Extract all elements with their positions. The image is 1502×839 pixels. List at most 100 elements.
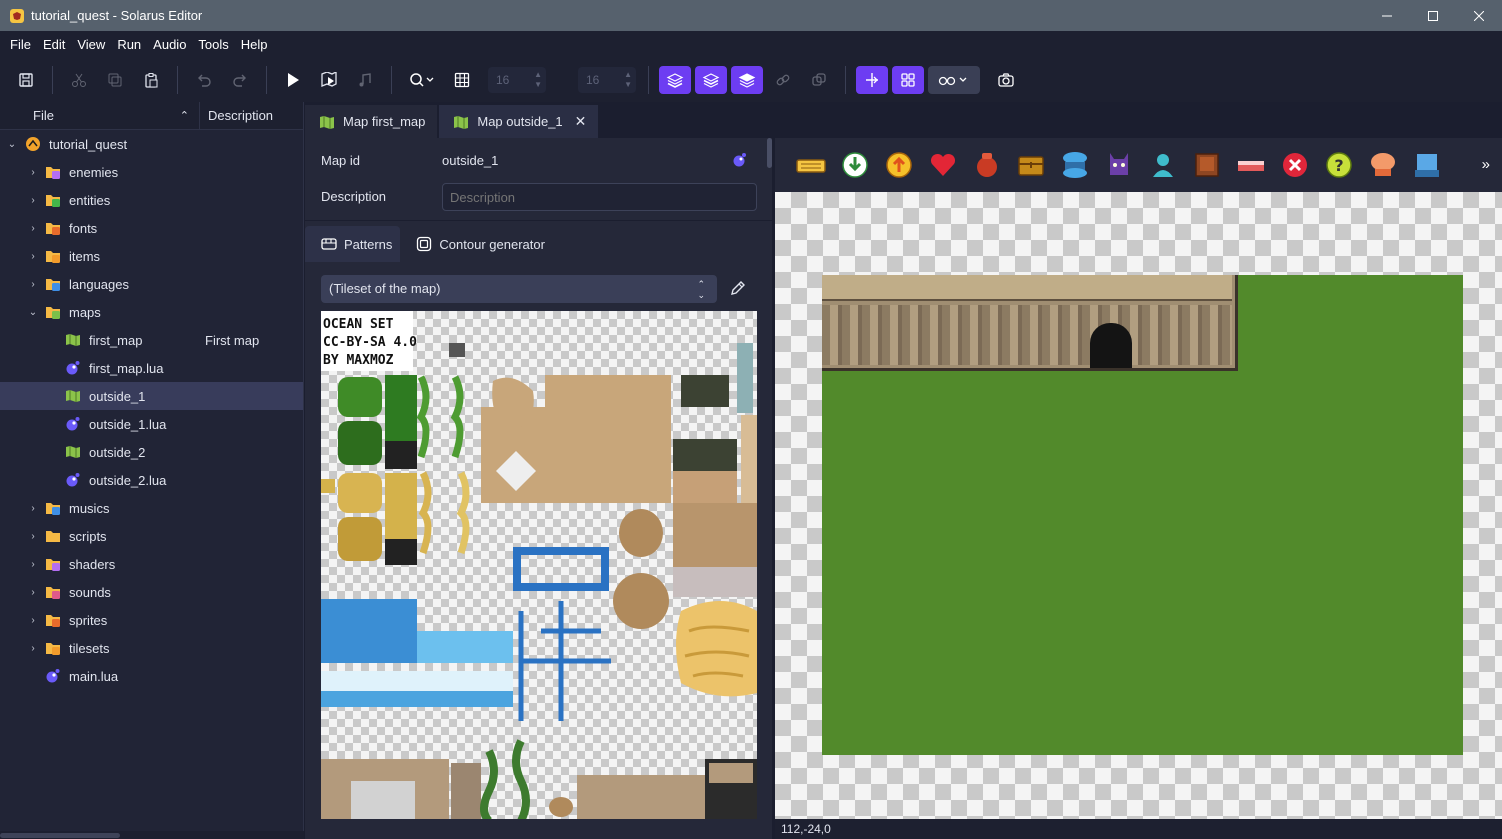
save-button[interactable] xyxy=(10,66,42,94)
chevron-right-icon[interactable]: › xyxy=(28,279,38,290)
tree-item-folder-tilesets[interactable]: › tilesets xyxy=(0,634,303,662)
entities-toggle-button[interactable] xyxy=(892,66,924,94)
chevron-right-icon[interactable]: › xyxy=(28,559,38,570)
tree-item-file-outside-1[interactable]: outside_1 xyxy=(0,382,303,410)
jumper-entity-icon[interactable] xyxy=(1053,138,1097,192)
tileset-view[interactable]: OCEAN SET CC-BY-SA 4.0 BY MAXMOZ xyxy=(321,311,757,819)
menu-edit[interactable]: Edit xyxy=(37,31,71,58)
shop-treasure-entity-icon[interactable] xyxy=(1405,138,1449,192)
tree-item-folder-musics[interactable]: › musics xyxy=(0,494,303,522)
chevron-down-icon[interactable]: ⌄ xyxy=(28,307,38,318)
tree-item-folder-sprites[interactable]: › sprites xyxy=(0,606,303,634)
chevron-right-icon[interactable]: › xyxy=(28,251,38,262)
chevron-right-icon[interactable]: › xyxy=(28,615,38,626)
tree-item-folder-entities[interactable]: › entities xyxy=(0,186,303,214)
heart-entity-icon[interactable] xyxy=(921,138,965,192)
redo-button[interactable] xyxy=(224,66,256,94)
enemy-entity-icon[interactable] xyxy=(1097,138,1141,192)
menu-run[interactable]: Run xyxy=(111,31,147,58)
pickable-entity-icon[interactable] xyxy=(877,138,921,192)
cut-button[interactable] xyxy=(63,66,95,94)
tree-item-folder-shaders[interactable]: › shaders xyxy=(0,550,303,578)
tree-item-file-outside-2-lua[interactable]: outside_2.lua xyxy=(0,466,303,494)
close-tab-icon[interactable]: ✕ xyxy=(575,113,587,130)
copy-button[interactable] xyxy=(99,66,131,94)
layer-middle-button[interactable] xyxy=(695,66,727,94)
tab-map-first-map[interactable]: Map first_map xyxy=(305,105,438,138)
grid-height-spinbox[interactable]: 16 ▲ ▼ xyxy=(578,67,636,93)
unlink-button[interactable] xyxy=(803,66,835,94)
tileset-select[interactable]: (Tileset of the map) ⌃ ⌄ xyxy=(321,275,717,303)
description-input[interactable] xyxy=(442,183,757,211)
menu-audio[interactable]: Audio xyxy=(147,31,192,58)
more-entities-icon[interactable]: » xyxy=(1482,156,1490,173)
paste-button[interactable] xyxy=(135,66,167,94)
tree-item-folder-fonts[interactable]: › fonts xyxy=(0,214,303,242)
tab-contour-generator[interactable]: Contour generator xyxy=(400,226,553,262)
tree-item-folder-enemies[interactable]: › enemies xyxy=(0,158,303,186)
tree-item-label: sounds xyxy=(69,584,111,600)
undo-button[interactable] xyxy=(188,66,220,94)
menu-view[interactable]: View xyxy=(71,31,111,58)
chevron-right-icon[interactable]: › xyxy=(28,167,38,178)
menu-file[interactable]: File xyxy=(4,31,37,58)
file-column-header[interactable]: File ⌃ xyxy=(0,101,200,130)
tree-item-file-outside-1-lua[interactable]: outside_1.lua xyxy=(0,410,303,438)
run-quest-button[interactable] xyxy=(277,66,309,94)
tree-item-file-first-map[interactable]: first_map First map xyxy=(0,326,303,354)
cursor-coordinates: 112,-24,0 xyxy=(781,822,831,836)
close-window-button[interactable] xyxy=(1456,0,1502,31)
sensor-entity-icon[interactable]: ? xyxy=(1317,138,1361,192)
tree-item-label: sprites xyxy=(69,612,108,628)
zoom-dropdown[interactable] xyxy=(402,66,442,94)
chevron-right-icon[interactable]: › xyxy=(28,223,38,234)
minimize-button[interactable] xyxy=(1364,0,1410,31)
tree-item-folder-items[interactable]: › items xyxy=(0,242,303,270)
tab-map-outside-1[interactable]: Map outside_1 ✕ xyxy=(439,105,599,138)
wall-entity-icon[interactable] xyxy=(1273,138,1317,192)
grid-width-spinbox[interactable]: 16 ▲ ▼ xyxy=(488,67,546,93)
teletransporter-entity-icon[interactable] xyxy=(833,138,877,192)
run-map-button[interactable] xyxy=(313,66,345,94)
tree-item-file-outside-2[interactable]: outside_2 xyxy=(0,438,303,466)
chevron-right-icon[interactable]: › xyxy=(28,587,38,598)
menu-help[interactable]: Help xyxy=(235,31,274,58)
tree-item-folder-maps[interactable]: ⌄ maps xyxy=(0,298,303,326)
traversable-toggle-button[interactable] xyxy=(856,66,888,94)
npc-entity-icon[interactable] xyxy=(1141,138,1185,192)
tree-root-tutorial-quest[interactable]: ⌄ tutorial_quest xyxy=(0,130,303,158)
block-entity-icon[interactable] xyxy=(1185,138,1229,192)
crystal-entity-icon[interactable] xyxy=(1361,138,1405,192)
chevron-right-icon[interactable]: › xyxy=(28,643,38,654)
visibility-dropdown[interactable] xyxy=(928,66,980,94)
tree-item-file-first-map-lua[interactable]: first_map.lua xyxy=(0,354,303,382)
chevron-right-icon[interactable]: › xyxy=(28,503,38,514)
play-music-button[interactable] xyxy=(349,66,381,94)
tree-horizontal-scrollbar[interactable] xyxy=(0,831,304,839)
layer-high-button[interactable] xyxy=(731,66,763,94)
menu-tools[interactable]: Tools xyxy=(192,31,234,58)
tree-item-file-main-lua[interactable]: main.lua xyxy=(0,662,303,690)
edit-tileset-icon[interactable] xyxy=(729,279,747,297)
chest-entity-icon[interactable] xyxy=(1009,138,1053,192)
chevron-right-icon[interactable]: › xyxy=(28,195,38,206)
maximize-button[interactable] xyxy=(1410,0,1456,31)
destination-entity-icon[interactable] xyxy=(789,138,833,192)
cave-entrance xyxy=(1090,323,1132,368)
properties-scrollbar[interactable] xyxy=(767,138,772,168)
screenshot-button[interactable] xyxy=(990,66,1022,94)
switch-entity-icon[interactable] xyxy=(1229,138,1273,192)
tree-item-folder-sounds[interactable]: › sounds xyxy=(0,578,303,606)
layer-low-button[interactable] xyxy=(659,66,691,94)
pot-entity-icon[interactable] xyxy=(965,138,1009,192)
grid-toggle-button[interactable] xyxy=(446,66,478,94)
description-column-header[interactable]: Description xyxy=(200,102,273,130)
link-button[interactable] xyxy=(767,66,799,94)
tree-item-folder-languages[interactable]: › languages xyxy=(0,270,303,298)
tab-patterns[interactable]: Patterns xyxy=(305,226,401,262)
open-script-icon[interactable] xyxy=(732,152,748,168)
tree-item-folder-scripts[interactable]: › scripts xyxy=(0,522,303,550)
chevron-right-icon[interactable]: › xyxy=(28,531,38,542)
chevron-down-icon[interactable]: ⌄ xyxy=(7,139,17,150)
map-canvas[interactable] xyxy=(775,192,1502,819)
